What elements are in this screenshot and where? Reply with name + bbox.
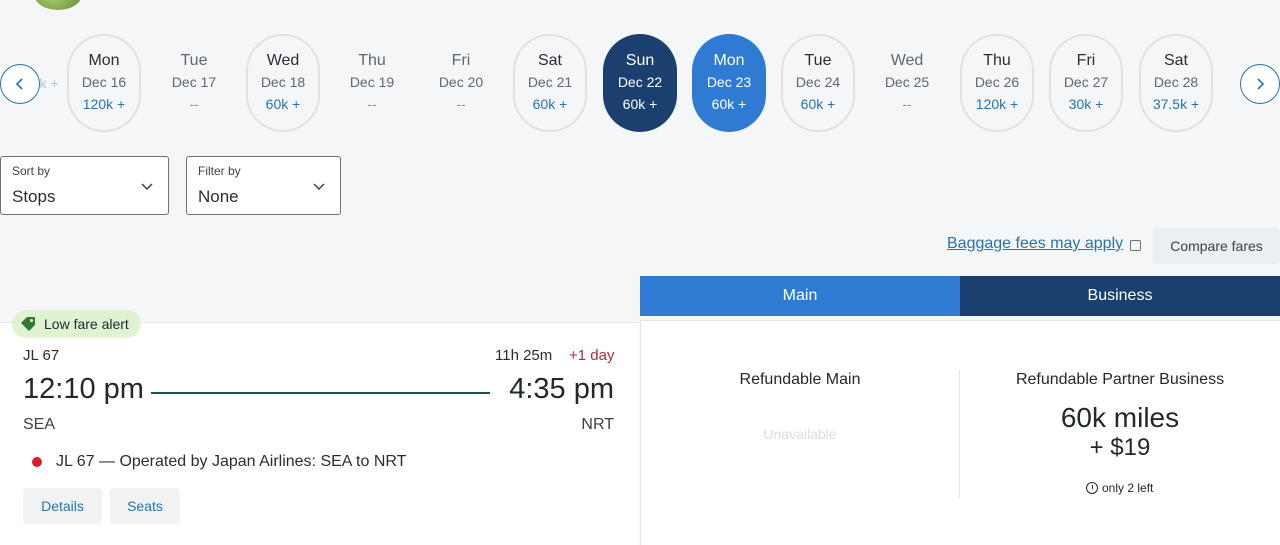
date-label: Dec 24 xyxy=(795,74,841,90)
date-price: 120k + xyxy=(975,96,1019,112)
date-price: 37.5k + xyxy=(1152,96,1200,112)
chevron-down-icon xyxy=(313,183,325,191)
route-line xyxy=(151,392,490,394)
date-day-of-week: Mon xyxy=(88,52,120,69)
compare-fares-button[interactable]: Compare fares xyxy=(1153,228,1280,264)
tab-business[interactable]: Business xyxy=(960,276,1280,316)
date-day-of-week: Sat xyxy=(537,52,562,69)
date-option[interactable]: Thu Dec 19 -- xyxy=(335,34,409,132)
date-label: Dec 26 xyxy=(974,74,1020,90)
date-price: 60k + xyxy=(711,96,747,112)
departure-time: 12:10 pm xyxy=(23,373,144,405)
chevron-down-icon xyxy=(141,183,153,191)
next-dates-button[interactable] xyxy=(1240,64,1280,104)
date-price: 30k + xyxy=(1068,96,1104,112)
filter-value: None xyxy=(198,187,239,206)
date-option[interactable]: Wed Dec 25 -- xyxy=(870,34,944,132)
seats-left-text: only 2 left xyxy=(1102,481,1154,495)
previous-dates-button[interactable] xyxy=(0,64,40,104)
low-fare-alert-badge: Low fare alert xyxy=(12,310,141,338)
date-day-of-week: Tue xyxy=(180,52,208,69)
date-day-of-week: Fri xyxy=(1076,52,1096,69)
filter-select[interactable]: Filter by None xyxy=(186,156,341,215)
date-option[interactable]: Sat Dec 28 37.5k + xyxy=(1139,34,1213,132)
date-price: 60k + xyxy=(532,96,568,112)
date-label: Dec 27 xyxy=(1063,74,1109,90)
date-option[interactable]: Thu Dec 26 120k + xyxy=(960,34,1034,132)
external-link-icon xyxy=(1130,240,1141,251)
date-day-of-week: Wed xyxy=(266,52,300,69)
date-label: Dec 23 xyxy=(706,74,752,90)
date-price: -- xyxy=(367,96,377,112)
filter-label: Filter by xyxy=(198,164,241,178)
date-option[interactable]: Sun Dec 22 60k + xyxy=(603,34,677,132)
date-option[interactable]: Wed Dec 18 60k + xyxy=(246,34,320,132)
sort-value: Stops xyxy=(12,187,56,206)
flight-number: JL 67 xyxy=(23,347,60,364)
arrival-airport: NRT xyxy=(581,416,614,433)
date-day-of-week: Mon xyxy=(713,52,745,69)
main-fare-status: Unavailable xyxy=(763,426,837,442)
date-label: Dec 28 xyxy=(1153,74,1199,90)
operated-by-text: JL 67 — Operated by Japan Airlines: SEA … xyxy=(56,453,407,470)
date-price: 120k + xyxy=(82,96,126,112)
date-price: k + xyxy=(39,75,59,91)
date-price: -- xyxy=(456,96,466,112)
date-label: Dec 21 xyxy=(527,74,573,90)
plus-day-indicator: +1 day xyxy=(569,347,615,364)
date-day-of-week: Tue xyxy=(804,52,832,69)
date-option[interactable]: Fri Dec 27 30k + xyxy=(1049,34,1123,132)
date-price: -- xyxy=(189,96,199,112)
low-fare-alert-text: Low fare alert xyxy=(44,316,129,332)
date-label: Dec 16 xyxy=(81,74,127,90)
clock-icon xyxy=(1086,482,1098,494)
sort-select[interactable]: Sort by Stops xyxy=(0,156,169,215)
business-fare-title: Refundable Partner Business xyxy=(1015,371,1225,388)
date-label: Dec 25 xyxy=(884,74,930,90)
japan-airlines-logo-icon xyxy=(32,457,42,467)
date-option[interactable]: Sat Dec 21 60k + xyxy=(513,34,587,132)
date-option[interactable]: Mon Dec 23 60k + xyxy=(692,34,766,132)
chevron-right-icon xyxy=(1257,78,1265,90)
date-day-of-week: Thu xyxy=(983,52,1011,69)
date-label: Dec 17 xyxy=(171,74,217,90)
chevron-left-icon xyxy=(15,78,23,90)
baggage-fees-link[interactable]: Baggage fees may apply xyxy=(947,235,1123,253)
departure-airport: SEA xyxy=(23,416,56,433)
arrival-time: 4:35 pm xyxy=(509,373,614,405)
main-fare-title: Refundable Main xyxy=(739,371,861,388)
business-fare-tax[interactable]: + $19 xyxy=(960,434,1280,462)
date-option[interactable]: Mon Dec 16 120k + xyxy=(67,34,141,132)
business-fare-miles[interactable]: 60k miles xyxy=(960,402,1280,434)
sort-label: Sort by xyxy=(12,164,51,178)
date-label: Dec 20 xyxy=(438,74,484,90)
seats-button[interactable]: Seats xyxy=(110,488,180,524)
tag-icon xyxy=(21,317,35,331)
date-day-of-week: Sat xyxy=(1163,52,1188,69)
tab-main[interactable]: Main xyxy=(640,276,960,316)
date-day-of-week: Fri xyxy=(451,52,471,69)
date-label: Dec 19 xyxy=(349,74,395,90)
date-option[interactable]: Tue Dec 17 -- xyxy=(157,34,231,132)
date-option[interactable]: Fri Dec 20 -- xyxy=(424,34,498,132)
date-day-of-week: Sun xyxy=(625,52,655,69)
flight-duration: 11h 25m xyxy=(495,347,553,364)
avatar[interactable] xyxy=(34,0,82,10)
date-option[interactable]: Tue Dec 24 60k + xyxy=(781,34,855,132)
date-price: -- xyxy=(902,96,912,112)
seats-left-info: only 2 left xyxy=(1086,481,1153,495)
date-day-of-week: Thu xyxy=(358,52,386,69)
date-price: 60k + xyxy=(265,96,301,112)
details-button[interactable]: Details xyxy=(23,488,102,524)
date-carousel: k + Mon Dec 16 120k + Tue Dec 17 -- Wed Dec 18 60… xyxy=(0,34,1280,134)
date-price: 60k + xyxy=(800,96,836,112)
date-label: Dec 22 xyxy=(617,74,663,90)
date-day-of-week: Wed xyxy=(890,52,924,69)
date-price: 60k + xyxy=(622,96,658,112)
date-label: Dec 18 xyxy=(260,74,306,90)
